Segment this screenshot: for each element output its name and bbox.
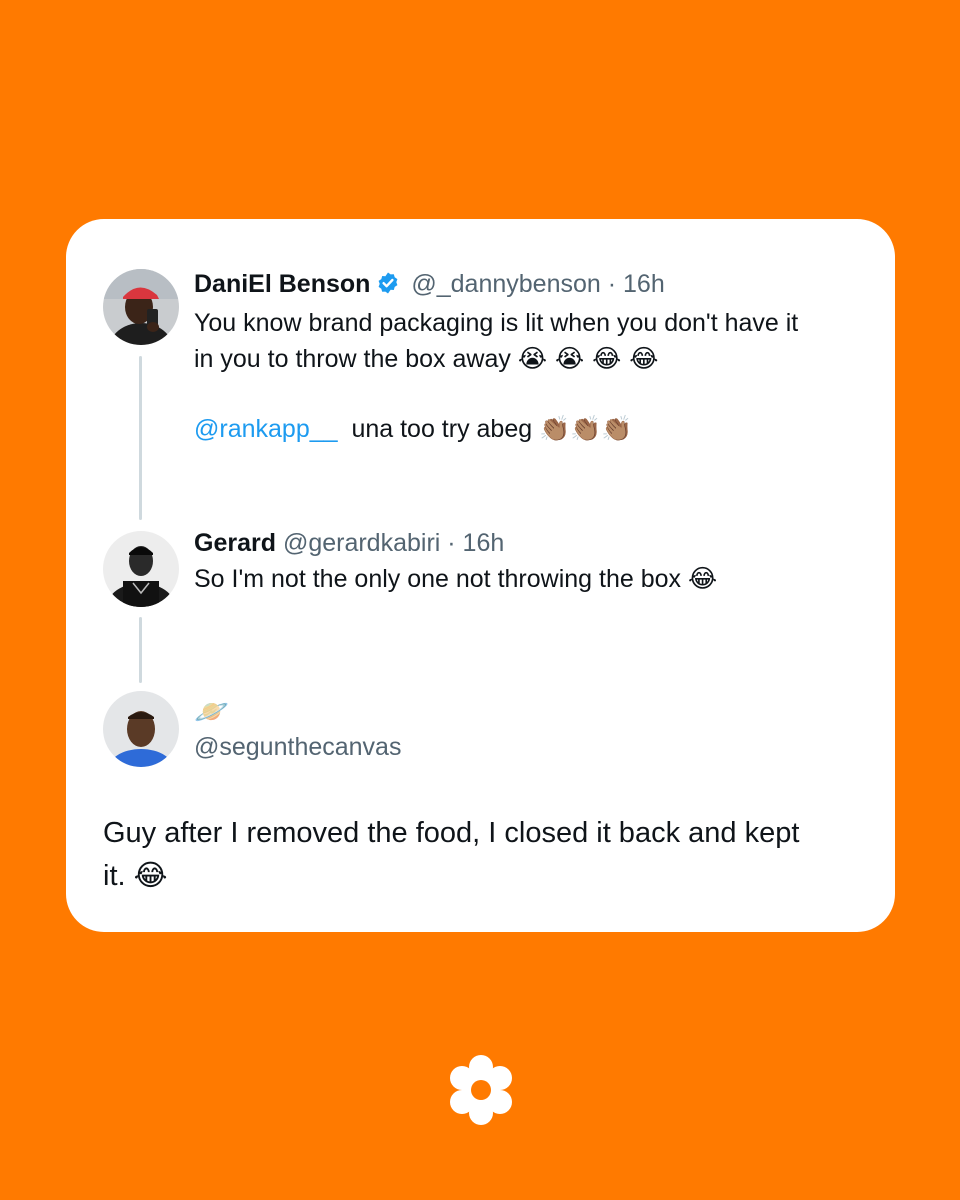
tweet-text-line: @rankapp__ una too try abeg 👏🏽👏🏽👏🏽: [194, 411, 874, 447]
tweet-text-line: You know brand packaging is lit when you…: [194, 309, 799, 337]
tweet-segunthecanvas-header: 🪐 @segunthecanvas: [194, 695, 874, 763]
tweet-dannybenson: DaniEl Benson @_dannybenson · 16h You kn…: [194, 268, 874, 447]
emoji-laugh: 😂: [687, 564, 718, 593]
tweet-text-segment: una too try abeg: [351, 415, 533, 443]
avatar-segunthecanvas[interactable]: [103, 691, 179, 767]
main-tweet-text: Guy after I removed the food, I closed i…: [103, 812, 863, 897]
tweet-gerardkabiri: Gerard @gerardkabiri · 16h So I'm not th…: [194, 527, 874, 597]
user-handle[interactable]: @_dannybenson: [411, 270, 600, 298]
user-handle[interactable]: @segunthecanvas: [194, 731, 874, 763]
verified-badge-icon: [376, 271, 400, 303]
tweet-timestamp[interactable]: · 16h: [447, 529, 504, 557]
thread-connector-line: [139, 356, 142, 520]
tweet-text-segment: So I'm not the only one not throwing the…: [194, 565, 682, 593]
display-name-emoji[interactable]: 🪐: [194, 695, 874, 729]
emoji-clap: 👏🏽👏🏽👏🏽: [539, 414, 633, 443]
tweet-text-line: it. 😂: [103, 854, 863, 897]
emoji-laugh: 😂: [133, 858, 168, 892]
tweet-text-line: in you to throw the box away 😭 😭 😂 😂: [194, 341, 874, 377]
flower-logo-icon: [450, 1054, 512, 1126]
avatar-gerardkabiri[interactable]: [103, 531, 179, 607]
tweet-text-segment: it.: [103, 860, 126, 892]
tweet-text-segment: in you to throw the box away: [194, 345, 511, 373]
thread-connector-line: [139, 617, 142, 683]
display-name[interactable]: Gerard: [194, 529, 276, 557]
tweet-timestamp[interactable]: · 16h: [608, 270, 665, 298]
emoji-cry-laugh: 😭 😭 😂 😂: [517, 344, 659, 373]
tweet-text: You know brand packaging is lit when you…: [194, 305, 874, 447]
user-handle[interactable]: @gerardkabiri: [283, 529, 440, 557]
tweet-text-line: Guy after I removed the food, I closed i…: [103, 817, 800, 849]
avatar-dannybenson[interactable]: [103, 269, 179, 345]
tweet-text: So I'm not the only one not throwing the…: [194, 561, 874, 597]
tweet-header: DaniEl Benson @_dannybenson · 16h: [194, 268, 874, 303]
display-name[interactable]: DaniEl Benson: [194, 270, 370, 298]
mention-link[interactable]: @rankapp__: [194, 415, 338, 443]
tweet-header: Gerard @gerardkabiri · 16h: [194, 527, 874, 559]
